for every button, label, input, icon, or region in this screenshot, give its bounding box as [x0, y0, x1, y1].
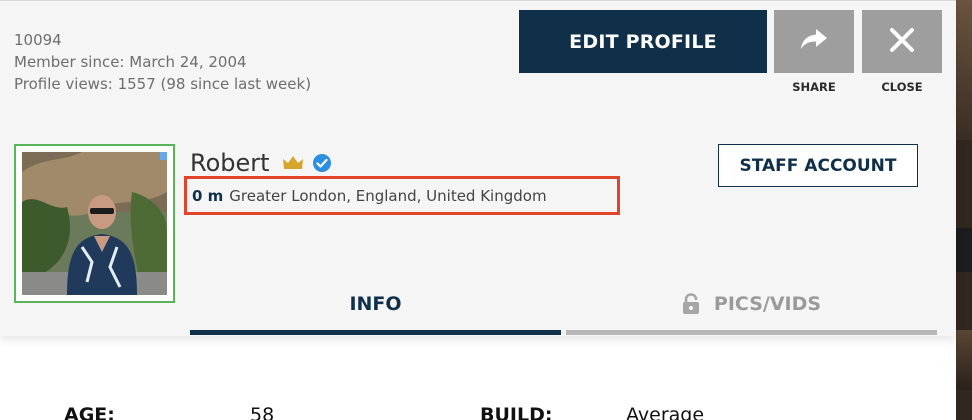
- verified-icon: [312, 153, 332, 173]
- profile-name-row: Robert: [190, 147, 332, 179]
- profile-header-panel: 10094 Member since: March 24, 2004 Profi…: [0, 0, 956, 336]
- profile-details-row: AGE: 58 BUILD: Average: [0, 404, 956, 420]
- close-label: CLOSE: [881, 80, 923, 94]
- location-highlight-box: 0 m Greater London, England, United King…: [184, 176, 620, 215]
- detail-build-label: BUILD:: [480, 404, 553, 420]
- tab-pics-vids-label: PICS/VIDS: [713, 293, 822, 315]
- tab-info[interactable]: INFO: [190, 273, 561, 335]
- share-label: SHARE: [792, 80, 836, 94]
- detail-age-value: 58: [250, 404, 275, 420]
- tab-pics-vids-underline: [566, 330, 937, 335]
- avatar-photo: [22, 152, 167, 295]
- background-edge-top: [956, 0, 972, 140]
- share-arrow-icon: [799, 27, 829, 56]
- background-edge-middle: [956, 228, 972, 272]
- tab-info-underline: [190, 330, 561, 335]
- profile-views: Profile views: 1557 (98 since last week): [14, 75, 312, 93]
- member-since: Member since: March 24, 2004: [14, 53, 247, 71]
- detail-build-value: Average: [626, 404, 705, 420]
- close-icon: [889, 27, 915, 56]
- lock-icon: [682, 293, 700, 315]
- share-button[interactable]: [774, 10, 854, 73]
- crown-icon: [282, 155, 304, 171]
- profile-id: 10094: [14, 31, 62, 49]
- tab-pics-vids[interactable]: PICS/VIDS: [566, 273, 937, 335]
- profile-meta: 10094 Member since: March 24, 2004 Profi…: [14, 29, 311, 95]
- detail-age-label: AGE:: [64, 404, 115, 420]
- close-button[interactable]: [862, 10, 942, 73]
- background-edge: [956, 0, 972, 420]
- staff-account-badge: STAFF ACCOUNT: [718, 144, 918, 187]
- profile-name: Robert: [190, 149, 270, 177]
- avatar[interactable]: [14, 144, 175, 303]
- background-edge-bottom: [956, 330, 972, 390]
- tab-info-label: INFO: [349, 293, 402, 315]
- edit-profile-button[interactable]: EDIT PROFILE: [519, 10, 767, 73]
- location-text: Greater London, England, United Kingdom: [229, 186, 547, 205]
- distance-value: 0 m: [192, 186, 224, 205]
